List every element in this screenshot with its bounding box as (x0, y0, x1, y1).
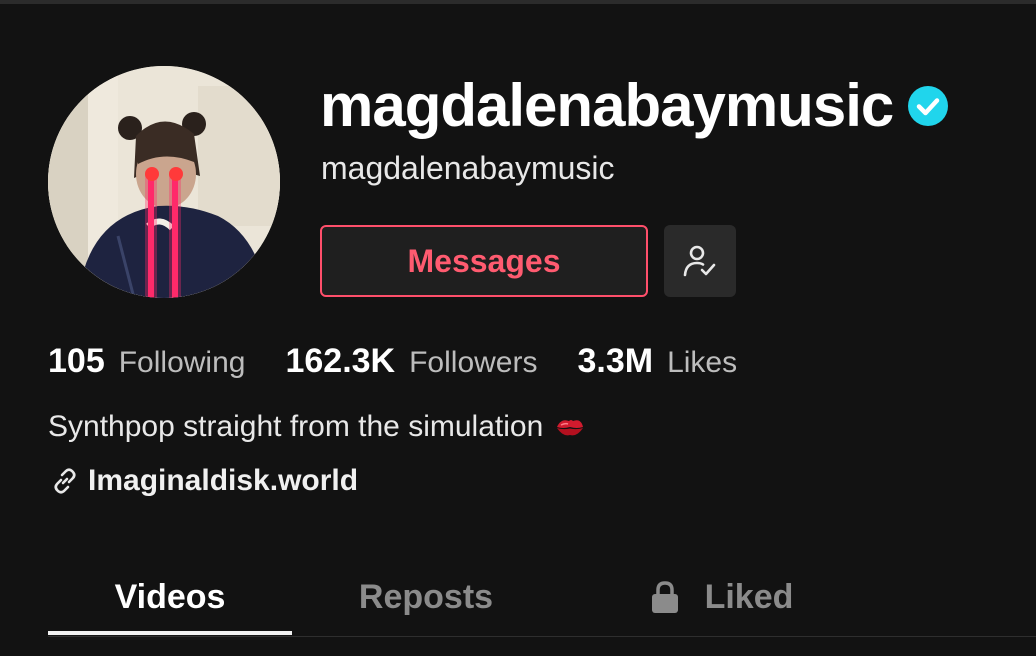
likes-count: 3.3M (577, 342, 654, 380)
verified-badge-icon (908, 86, 949, 126)
user-check-icon (683, 245, 716, 277)
kiss-mark-icon (557, 420, 584, 436)
messages-button[interactable]: Messages (320, 225, 648, 297)
following-status-button[interactable] (664, 225, 736, 297)
bio: Synthpop straight from the simulation (48, 410, 585, 444)
stat-likes: 3.3M Likes (577, 342, 737, 381)
tab-videos-label: Videos (114, 577, 226, 616)
stats-row: 105 Following 162.3K Followers 3.3M Like… (48, 342, 777, 381)
avatar[interactable] (48, 66, 280, 298)
stat-following[interactable]: 105 Following (48, 342, 245, 381)
nickname: magdalenabaymusic (321, 150, 615, 186)
tab-liked[interactable]: Liked (616, 560, 826, 634)
lock-icon (651, 581, 678, 613)
profile-link[interactable]: Imaginaldisk.world (50, 464, 358, 498)
profile-tabs: Videos Reposts Liked (48, 560, 1036, 637)
bio-text: Synthpop straight from the simulation (48, 410, 544, 443)
likes-label: Likes (667, 346, 738, 379)
followers-count: 162.3K (285, 342, 396, 380)
profile-link-text: Imaginaldisk.world (88, 464, 359, 497)
following-label: Following (118, 346, 246, 379)
followers-label: Followers (409, 346, 538, 379)
username-row: magdalenabaymusic (320, 70, 949, 142)
avatar-image (48, 66, 280, 298)
top-border (0, 0, 1036, 4)
following-count: 105 (48, 342, 105, 380)
tab-liked-label: Liked (704, 577, 794, 616)
tab-reposts-label: Reposts (358, 577, 494, 616)
tab-videos[interactable]: Videos (48, 560, 292, 634)
username: magdalenabaymusic (320, 72, 894, 139)
active-tab-indicator (48, 631, 292, 635)
stat-followers[interactable]: 162.3K Followers (285, 342, 537, 381)
link-icon (54, 468, 76, 494)
tab-reposts[interactable]: Reposts (304, 560, 548, 634)
